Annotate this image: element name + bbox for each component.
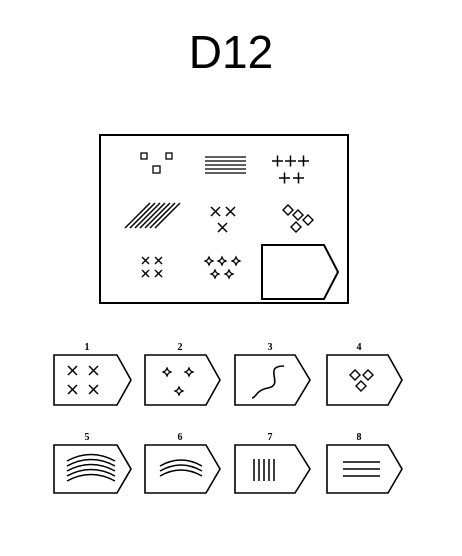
option-number-2: 2 [178, 342, 183, 353]
option-7[interactable] [234, 444, 311, 494]
option-4[interactable] [326, 354, 403, 406]
option-number-4: 4 [357, 342, 362, 353]
matrix-cell-plus-signs [272, 155, 309, 184]
option-number-6: 6 [178, 432, 183, 443]
matrix-cell-small-x-marks [141, 256, 163, 278]
matrix-cell-x-marks [210, 206, 236, 233]
matrix-cell-small-squares [140, 152, 173, 174]
option-6[interactable] [144, 444, 221, 494]
matrix-cell-horizontal-lines [205, 156, 246, 174]
matrix-cell-diamonds [282, 204, 314, 233]
option-8[interactable] [326, 444, 403, 494]
option-3[interactable] [234, 354, 311, 406]
option-2[interactable] [144, 354, 221, 406]
answer-slot [261, 244, 340, 300]
puzzle-canvas: 1 2 3 4 5 6 7 8 [53, 134, 403, 494]
option-5[interactable] [53, 444, 132, 494]
matrix-cell-slanted-lines [124, 202, 181, 229]
option-number-7: 7 [268, 432, 273, 443]
option-number-3: 3 [268, 342, 273, 353]
matrix-cell-four-point-stars [204, 256, 241, 279]
matrix-frame [99, 134, 349, 304]
option-number-1: 1 [85, 342, 90, 353]
option-number-5: 5 [85, 432, 90, 443]
option-1[interactable] [53, 354, 132, 406]
option-number-8: 8 [357, 432, 362, 443]
